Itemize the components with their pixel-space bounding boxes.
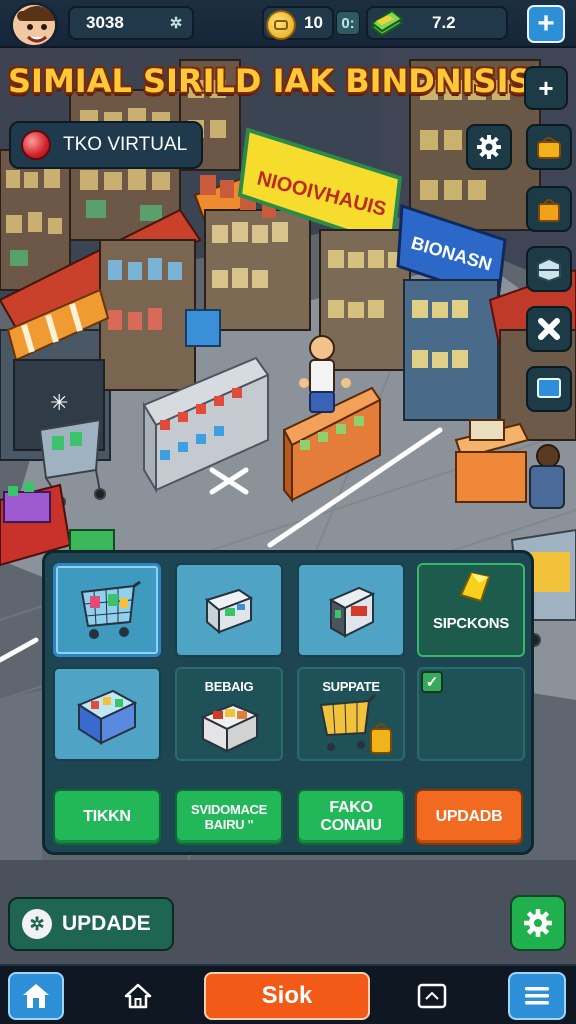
gold-crystal-icon bbox=[459, 571, 491, 603]
action-label-tikkn: TIKKN bbox=[83, 808, 131, 825]
player-id-value: 3038 bbox=[86, 13, 124, 32]
storage-button[interactable] bbox=[526, 246, 572, 292]
action-label-fako-line1: FAKO bbox=[329, 799, 373, 816]
action-label-svidomace-line1: SVIDOMACE bbox=[190, 802, 268, 817]
action-button-update[interactable]: UPDADB bbox=[415, 789, 523, 845]
store-house-icon bbox=[23, 984, 49, 1008]
coin-box-icon[interactable]: 0: bbox=[336, 11, 360, 35]
monitor-icon bbox=[537, 378, 561, 398]
add-currency-button[interactable]: + bbox=[527, 5, 565, 43]
shop-basket-button[interactable] bbox=[526, 124, 572, 170]
red-gem-icon bbox=[21, 130, 51, 160]
settings-green-button[interactable] bbox=[510, 895, 566, 951]
item-tile-freezer[interactable] bbox=[53, 667, 161, 761]
card-terminal-icon bbox=[204, 588, 254, 635]
cash-pill: 7.2 bbox=[366, 6, 508, 40]
player-avatar[interactable] bbox=[10, 2, 58, 48]
nav-shop-button[interactable]: Siok bbox=[204, 972, 370, 1020]
location-label: TKO VIRTUAL bbox=[63, 134, 188, 155]
shopping-bag-button[interactable] bbox=[526, 186, 572, 232]
shopping-bag-icon bbox=[538, 199, 560, 222]
location-chip[interactable]: TKO VIRTUAL bbox=[9, 121, 203, 169]
basket-icon bbox=[537, 137, 561, 159]
cart-with-bag-icon bbox=[319, 693, 392, 754]
svg-text:✳: ✳ bbox=[50, 390, 68, 415]
action-label-fako-line2: CONAIU bbox=[320, 817, 382, 834]
cash-stack-icon bbox=[370, 9, 404, 37]
food-crate-icon bbox=[200, 703, 260, 753]
nav-shop-label: Siok bbox=[261, 982, 313, 1009]
settings-button[interactable] bbox=[466, 124, 512, 170]
shop-items-panel: SIPCKONS BEBAIG SUPPATE ✓ TIKKN SVIDOMAC… bbox=[42, 550, 534, 855]
player-id-pill: 3038 ✲ bbox=[68, 6, 194, 40]
plus-icon: + bbox=[537, 7, 555, 40]
update-label: UPDADE bbox=[62, 912, 151, 935]
update-button[interactable]: ✲ UPDADE bbox=[8, 897, 174, 951]
item-tile-bebaig[interactable]: BEBAIG bbox=[175, 667, 283, 761]
gear-icon bbox=[477, 135, 501, 159]
action-label-svidomace-line2: BAIRU " bbox=[204, 817, 254, 832]
action-button-svidomace[interactable]: SVIDOMACE BAIRU " bbox=[175, 789, 283, 845]
close-tools-button[interactable] bbox=[526, 306, 572, 352]
item-tile-sipckons[interactable]: SIPCKONS bbox=[417, 563, 525, 657]
item-tile-register[interactable] bbox=[175, 563, 283, 657]
coins-pill: 10 bbox=[262, 6, 334, 40]
item-tile-empty[interactable]: ✓ bbox=[417, 667, 525, 761]
coin-icon bbox=[266, 10, 296, 40]
gear-icon bbox=[524, 909, 552, 937]
atm-machine-icon bbox=[328, 586, 376, 638]
hamburger-menu-icon bbox=[525, 987, 549, 1005]
tile-label-bebaig: BEBAIG bbox=[204, 679, 254, 694]
crossed-tools-icon bbox=[538, 318, 560, 340]
top-hud: 3038 ✲ 10 0: 7.2 + bbox=[0, 0, 576, 48]
coin-box-label: 0: bbox=[341, 14, 355, 32]
update-gear-icon: ✲ bbox=[22, 909, 52, 939]
avatar-face-icon bbox=[13, 5, 55, 45]
item-tile-atm[interactable] bbox=[297, 563, 405, 657]
plus-icon: + bbox=[538, 72, 554, 103]
check-icon: ✓ bbox=[425, 674, 439, 691]
nav-store-button[interactable] bbox=[8, 972, 64, 1020]
nav-menu-button[interactable] bbox=[508, 972, 566, 1020]
action-label-update: UPDADB bbox=[435, 808, 503, 825]
nav-cards-button[interactable] bbox=[404, 972, 460, 1020]
tile-label-sipckons: SIPCKONS bbox=[433, 615, 509, 632]
nav-home-button[interactable] bbox=[110, 972, 166, 1020]
shopping-cart-icon bbox=[80, 580, 141, 639]
action-button-tikkn[interactable]: TIKKN bbox=[53, 789, 161, 845]
storage-box-icon bbox=[537, 257, 561, 282]
screen-button[interactable] bbox=[526, 366, 572, 412]
bottom-navigation: Siok bbox=[0, 964, 576, 1024]
item-tile-suppate[interactable]: SUPPATE bbox=[297, 667, 405, 761]
cash-value: 7.2 bbox=[432, 13, 456, 32]
item-tile-cart[interactable] bbox=[53, 563, 161, 657]
action-label-fako: FAKO CONAIU bbox=[320, 799, 382, 835]
checkbox-checked[interactable]: ✓ bbox=[421, 671, 443, 693]
card-icon bbox=[417, 983, 447, 1009]
freezer-shelf-icon bbox=[76, 689, 138, 745]
action-label-svidomace: SVIDOMACE BAIRU " bbox=[191, 802, 267, 832]
game-title: SIMIAL SIRILD IAK BINDNISIS bbox=[8, 62, 532, 100]
action-button-fako[interactable]: FAKO CONAIU bbox=[297, 789, 405, 845]
home-icon bbox=[124, 983, 152, 1009]
settings-small-icon[interactable]: ✲ bbox=[164, 11, 188, 35]
add-side-button[interactable]: + bbox=[524, 66, 568, 110]
